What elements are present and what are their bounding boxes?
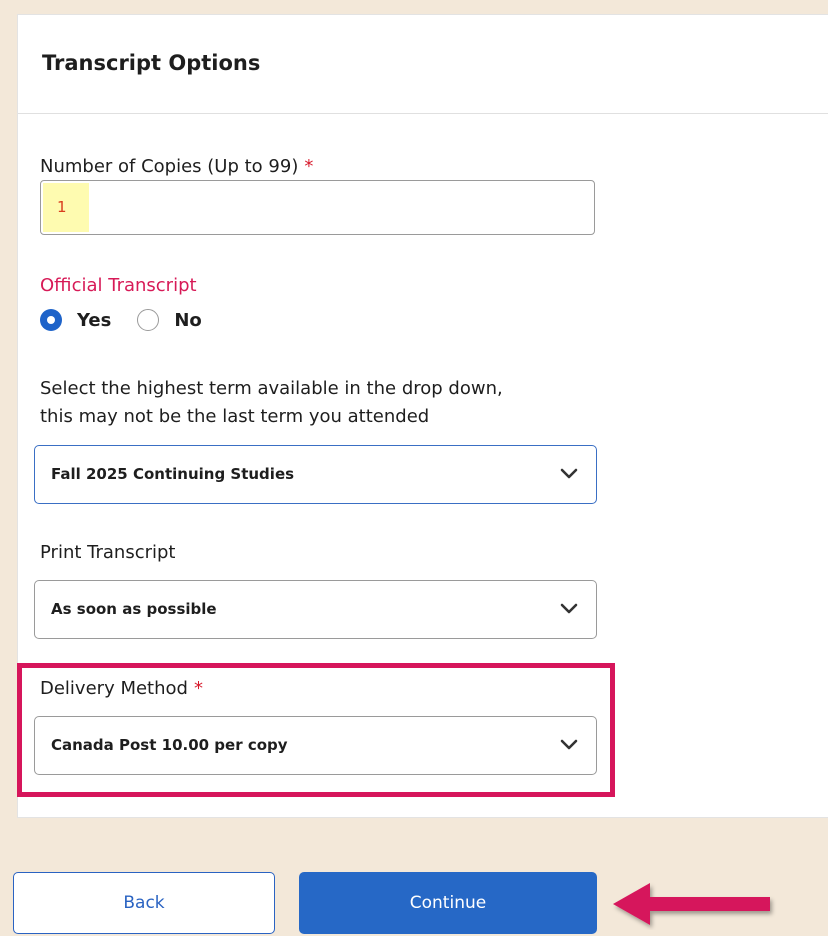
- transcript-options-panel: Transcript Options Number of Copies (Up …: [17, 14, 828, 818]
- radio-no[interactable]: [137, 309, 160, 331]
- required-mark: *: [193, 678, 203, 699]
- print-select-value: As soon as possible: [51, 600, 217, 618]
- chevron-down-icon: [560, 603, 578, 614]
- delivery-method-label-text: Delivery Method: [40, 678, 188, 699]
- back-button[interactable]: Back: [13, 872, 275, 934]
- radio-no-label[interactable]: No: [174, 310, 201, 331]
- delivery-select-value: Canada Post 10.00 per copy: [51, 736, 288, 754]
- radio-yes-label[interactable]: Yes: [77, 310, 111, 331]
- panel-title: Transcript Options: [42, 51, 261, 75]
- arrow-left-icon: [613, 883, 770, 925]
- delivery-method-label: Delivery Method *: [40, 678, 203, 699]
- print-transcript-label: Print Transcript: [40, 542, 176, 563]
- continue-button[interactable]: Continue: [299, 872, 597, 934]
- required-mark: *: [304, 156, 314, 177]
- chevron-down-icon: [560, 468, 578, 479]
- term-select[interactable]: Fall 2025 Continuing Studies: [34, 445, 597, 504]
- chevron-down-icon: [560, 739, 578, 750]
- copies-label-text: Number of Copies (Up to 99): [40, 156, 299, 177]
- official-transcript-radio-group: Yes No: [40, 305, 228, 335]
- radio-yes[interactable]: [40, 309, 62, 331]
- term-select-value: Fall 2025 Continuing Studies: [51, 465, 295, 483]
- print-transcript-select[interactable]: As soon as possible: [34, 580, 597, 639]
- term-help-line-1: Select the highest term available in the…: [40, 378, 503, 399]
- term-help-text: Select the highest term available in the…: [40, 375, 503, 431]
- term-help-line-2: this may not be the last term you attend…: [40, 406, 430, 427]
- copies-label: Number of Copies (Up to 99) *: [40, 156, 313, 177]
- copies-input[interactable]: 1: [40, 180, 595, 235]
- title-divider: [18, 113, 828, 114]
- delivery-method-select[interactable]: Canada Post 10.00 per copy: [34, 716, 597, 775]
- official-transcript-label: Official Transcript: [40, 275, 197, 296]
- copies-input-value: 1: [43, 183, 89, 232]
